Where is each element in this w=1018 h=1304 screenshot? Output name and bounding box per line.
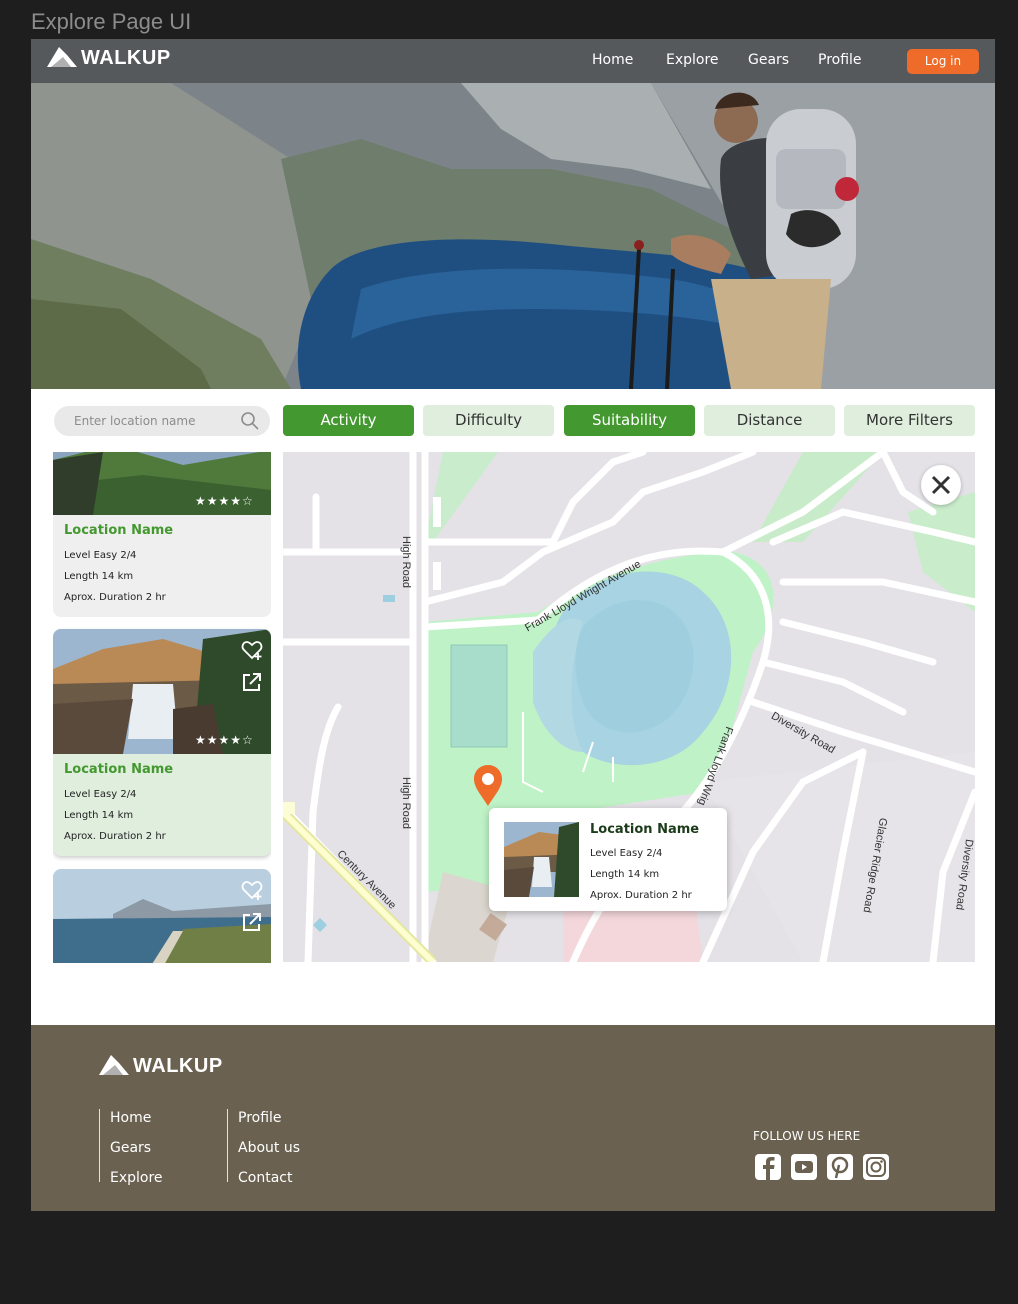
footer-link-home[interactable]: Home [110,1109,163,1128]
frame-title: Explore Page UI [31,9,192,34]
nav-explore[interactable]: Explore [666,52,719,68]
search-icon[interactable] [240,411,260,431]
footer-link-contact[interactable]: Contact [238,1169,300,1188]
filter-suitability[interactable]: Suitability [564,405,695,436]
open-external-icon[interactable] [241,911,263,933]
explore-page: WALKUP Home Explore Gears Profile Log in… [31,39,995,1211]
card-image: ★★★★☆ [53,452,271,515]
location-card[interactable]: ★★★★☆ Location Name Level Easy 2/4 Lengt… [53,452,271,617]
card-body: Location Name Level Easy 2/4 Length 14 k… [53,754,271,856]
card-duration: Aprox. Duration 2 hr [64,831,166,842]
popup-title: Location Name [590,822,700,837]
card-image: ★★★★☆ [53,629,271,754]
card-image [53,869,271,963]
footer-link-gears[interactable]: Gears [110,1139,163,1158]
popup-image [504,822,579,897]
logo-mark-icon [47,47,77,67]
location-card[interactable] [53,869,271,963]
nav-gears[interactable]: Gears [748,52,789,68]
logo-mark-icon [99,1055,129,1075]
card-title: Location Name [64,762,174,777]
map-view[interactable]: Frank Lloyd Wright Avenue High Road High… [283,452,975,962]
pinterest-icon[interactable] [826,1153,854,1181]
location-search[interactable]: Enter location name [54,406,270,436]
filter-activity[interactable]: Activity [283,405,414,436]
footer-link-about[interactable]: About us [238,1139,300,1158]
open-external-icon[interactable] [241,671,263,693]
youtube-icon[interactable] [790,1153,818,1181]
filter-difficulty[interactable]: Difficulty [423,405,554,436]
card-level: Level Easy 2/4 [64,550,137,561]
rating-stars: ★★★★☆ [195,733,254,747]
top-navbar: WALKUP Home Explore Gears Profile Log in [31,39,995,83]
brand-name: WALKUP [81,46,171,69]
footer-logo[interactable]: WALKUP [97,1053,223,1079]
brand-logo[interactable]: WALKUP [45,45,171,71]
card-body: Location Name Level Easy 2/4 Length 14 k… [53,515,271,617]
footer-links-col2: Profile About us Contact [227,1109,300,1186]
follow-us-label: FOLLOW US HERE [753,1129,861,1143]
card-length: Length 14 km [64,810,134,821]
hero-banner: WALKUP Home Explore Gears Profile Log in [31,39,995,389]
close-map-button[interactable] [921,465,961,505]
rating-stars: ★★★★☆ [195,494,254,508]
popup-duration: Aprox. Duration 2 hr [590,890,692,901]
instagram-icon[interactable] [862,1153,890,1181]
location-list[interactable]: ★★★★☆ Location Name Level Easy 2/4 Lengt… [53,452,271,963]
nav-home[interactable]: Home [592,52,633,68]
nav-profile[interactable]: Profile [818,52,862,68]
filter-more[interactable]: More Filters [844,405,975,436]
favorite-add-icon[interactable] [241,639,263,661]
road-label: High Road [400,536,412,588]
footer-brand-name: WALKUP [133,1054,223,1077]
card-title: Location Name [64,523,174,538]
location-card-selected[interactable]: ★★★★☆ Location Name Level Easy 2/4 Lengt… [53,629,271,856]
footer: WALKUP Home Gears Explore Profile About … [31,1025,995,1211]
location-pin-icon[interactable] [472,764,504,808]
facebook-icon[interactable] [754,1153,782,1181]
popup-length: Length 14 km [590,869,660,880]
footer-link-profile[interactable]: Profile [238,1109,300,1128]
search-input[interactable]: Enter location name [74,414,195,428]
road-label: High Road [400,777,412,829]
location-popup[interactable]: Location Name Level Easy 2/4 Length 14 k… [489,808,727,911]
favorite-add-icon[interactable] [241,879,263,901]
login-button[interactable]: Log in [907,49,979,74]
popup-level: Level Easy 2/4 [590,848,663,859]
hero-image [31,39,995,389]
close-icon [931,475,951,495]
card-duration: Aprox. Duration 2 hr [64,592,166,603]
card-length: Length 14 km [64,571,134,582]
card-level: Level Easy 2/4 [64,789,137,800]
footer-links-col1: Home Gears Explore [99,1109,163,1186]
footer-link-explore[interactable]: Explore [110,1169,163,1188]
filter-distance[interactable]: Distance [704,405,835,436]
